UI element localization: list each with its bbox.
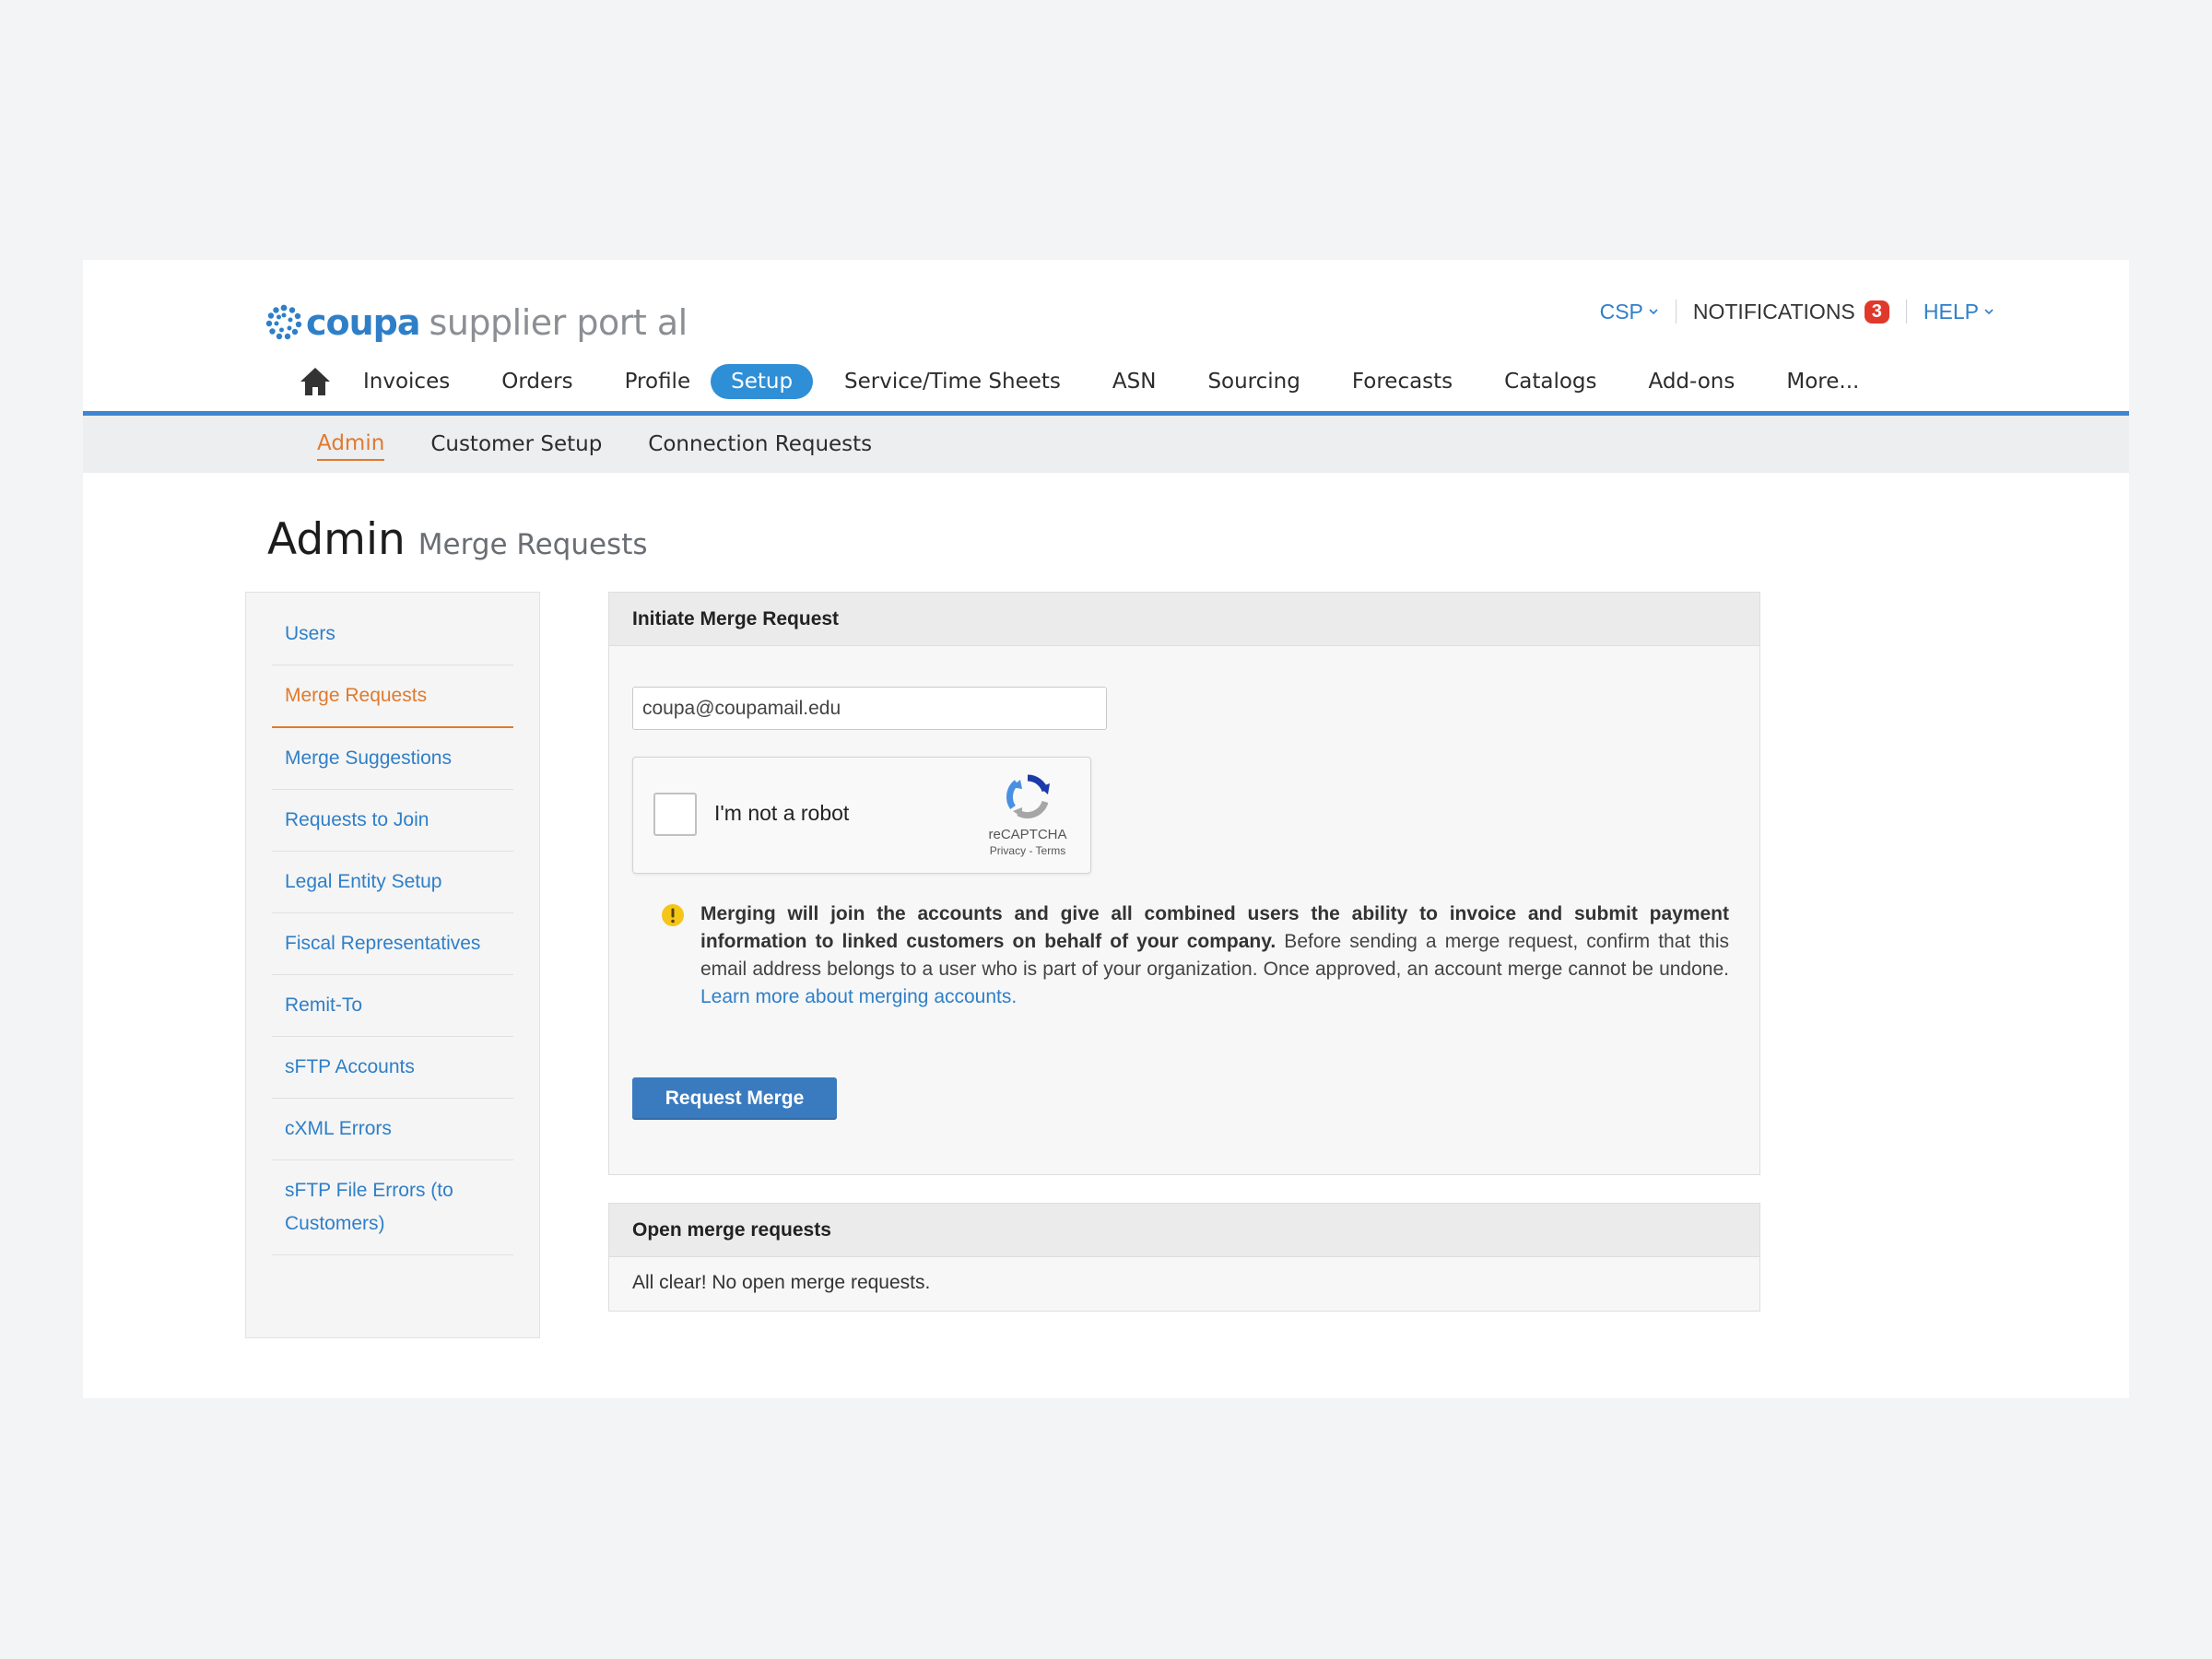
sidebar-item-sftp-file-errors[interactable]: sFTP File Errors (to Customers) (272, 1160, 513, 1255)
recaptcha-privacy-terms[interactable]: Privacy - Terms (982, 844, 1074, 857)
page-title-main: Admin (267, 514, 406, 565)
divider (1905, 300, 1907, 324)
sidebar-item-cxml-errors[interactable]: cXML Errors (272, 1099, 513, 1160)
initiate-merge-title: Initiate Merge Request (609, 593, 1759, 646)
chevron-down-icon (1649, 309, 1658, 315)
admin-sidebar: Users Merge Requests Merge Suggestions R… (245, 592, 540, 1338)
csp-label: CSP (1599, 299, 1643, 324)
nav-service-time-sheets[interactable]: Service/Time Sheets (844, 364, 1061, 399)
learn-more-link[interactable]: Learn more about merging accounts. (700, 986, 1017, 1007)
nav-catalogs[interactable]: Catalogs (1504, 364, 1596, 399)
merge-warning: Merging will join the accounts and give … (660, 900, 1729, 1011)
recaptcha-icon (1006, 774, 1050, 819)
open-merge-requests-panel: Open merge requests All clear! No open m… (608, 1203, 1760, 1312)
main-nav: Invoices Orders Profile Setup Service/Ti… (297, 359, 1911, 404)
recaptcha-label: I'm not a robot (714, 801, 850, 825)
logo-product-text: supplier port al (429, 302, 688, 343)
divider (1675, 300, 1677, 324)
notifications-label: NOTIFICATIONS (1692, 299, 1855, 324)
sidebar-item-requests-to-join[interactable]: Requests to Join (272, 790, 513, 852)
recaptcha-widget: I'm not a robot reCAPTCHA Privacy - Term… (632, 757, 1091, 874)
logo-brand-text: coupa (306, 302, 421, 343)
app-window: coupa supplier port al CSP NOTIFICATIONS… (83, 260, 2129, 1398)
request-merge-button[interactable]: Request Merge (632, 1077, 837, 1120)
subnav-connection-requests[interactable]: Connection Requests (648, 429, 872, 460)
sidebar-item-users[interactable]: Users (272, 604, 513, 665)
nav-invoices[interactable]: Invoices (363, 364, 450, 399)
open-merge-requests-empty: All clear! No open merge requests. (632, 1272, 931, 1293)
nav-sourcing[interactable]: Sourcing (1207, 364, 1300, 399)
csp-dropdown[interactable]: CSP (1600, 300, 1659, 324)
nav-profile[interactable]: Profile (625, 364, 691, 399)
sidebar-item-merge-suggestions[interactable]: Merge Suggestions (272, 728, 513, 790)
nav-forecasts[interactable]: Forecasts (1352, 364, 1453, 399)
sidebar-item-merge-requests[interactable]: Merge Requests (272, 665, 513, 728)
home-button[interactable] (297, 363, 334, 400)
recaptcha-brand: reCAPTCHA (988, 827, 1067, 842)
sidebar-item-fiscal-representatives[interactable]: Fiscal Representatives (272, 913, 513, 975)
warning-icon (662, 904, 684, 926)
recaptcha-logo: reCAPTCHA Privacy - Terms (982, 771, 1074, 857)
nav-setup[interactable]: Setup (711, 364, 814, 399)
coupa-logo[interactable]: coupa supplier port al (264, 297, 688, 348)
page-subtitle: Merge Requests (418, 528, 648, 561)
nav-add-ons[interactable]: Add-ons (1648, 364, 1735, 399)
open-merge-requests-title: Open merge requests (609, 1204, 1759, 1257)
initiate-merge-panel: Initiate Merge Request I'm not a robot r… (608, 592, 1760, 1175)
coupa-logo-icon (265, 304, 302, 340)
page-title: Admin Merge Requests (267, 514, 648, 565)
nav-asn[interactable]: ASN (1112, 364, 1157, 399)
home-icon (300, 368, 330, 395)
nav-orders[interactable]: Orders (501, 364, 572, 399)
merge-email-input[interactable] (632, 687, 1107, 730)
notifications-link[interactable]: NOTIFICATIONS 3 (1693, 300, 1889, 324)
subnav-customer-setup[interactable]: Customer Setup (430, 429, 602, 460)
chevron-down-icon (1984, 309, 1994, 315)
sidebar-item-sftp-accounts[interactable]: sFTP Accounts (272, 1037, 513, 1099)
help-label: HELP (1923, 299, 1979, 324)
subnav-admin[interactable]: Admin (317, 428, 385, 461)
notifications-badge: 3 (1864, 300, 1889, 324)
nav-more[interactable]: More... (1786, 364, 1859, 399)
sidebar-item-legal-entity-setup[interactable]: Legal Entity Setup (272, 852, 513, 913)
help-dropdown[interactable]: HELP (1924, 300, 1994, 324)
sidebar-item-remit-to[interactable]: Remit-To (272, 975, 513, 1037)
merge-warning-text: Merging will join the accounts and give … (700, 900, 1729, 1011)
utility-nav: CSP NOTIFICATIONS 3 HELP (1600, 293, 1994, 330)
recaptcha-checkbox[interactable] (653, 793, 697, 836)
sub-nav: Admin Customer Setup Connection Requests (83, 416, 2129, 473)
